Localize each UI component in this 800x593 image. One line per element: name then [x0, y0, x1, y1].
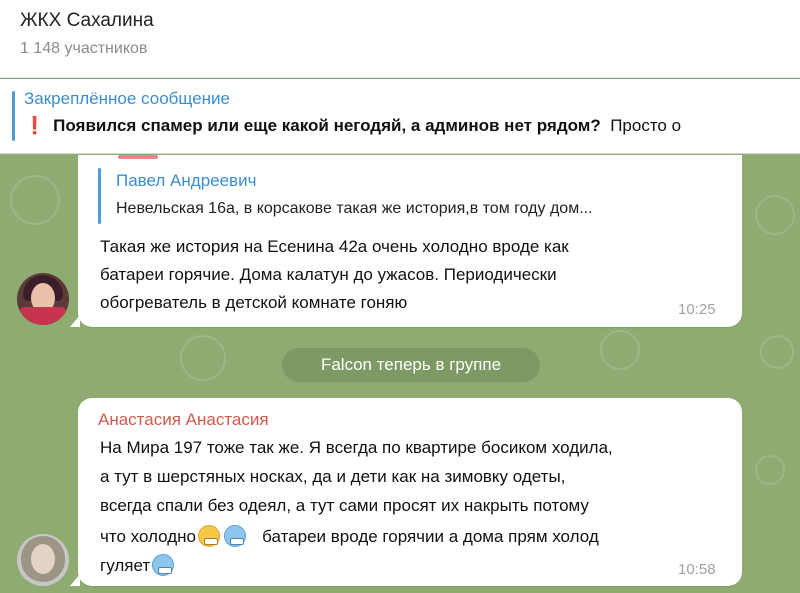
message-text-line: а тут в шерстяных носках, да и дети как …: [100, 467, 566, 486]
message-author[interactable]: Анастасия Анастасия: [98, 410, 269, 430]
grimacing-face-icon: [197, 525, 220, 547]
message-text-line: всегда спали без одеял, а тут сами прося…: [100, 496, 589, 515]
member-count: 1 148 участников: [20, 40, 148, 57]
message-text-line: батареи горячие. Дома калатун до ужасов.…: [100, 265, 557, 284]
avatar[interactable]: [17, 273, 69, 325]
pinned-text-bold: Появился спамер или еще какой негодяй, а…: [53, 116, 601, 135]
previous-author-strip: [118, 155, 158, 159]
reply-text: Невельская 16а, в корсакове такая же ист…: [116, 200, 593, 217]
message-text-line-with-emoji: гуляет: [100, 554, 176, 576]
pinned-label: Закреплённое сообщение: [24, 89, 230, 108]
reply-indicator: [98, 168, 101, 224]
cold-face-icon: [223, 525, 246, 547]
pinned-message-bar[interactable]: Закреплённое сообщение ❗ Появился спамер …: [0, 79, 800, 154]
message-text-line: На Мира 197 тоже так же. Я всегда по ква…: [100, 438, 613, 457]
exclamation-icon: ❗: [24, 116, 46, 135]
chat-title[interactable]: ЖКХ Сахалина: [20, 10, 154, 32]
message-time: 10:25: [678, 301, 716, 318]
pinned-text-rest: Просто о: [610, 116, 682, 135]
reply-author: Павел Андреевич: [116, 171, 257, 190]
message-text-fragment: гуляет: [100, 556, 151, 575]
reply-quote[interactable]: Павел Андреевич Невельская 16а, в корсак…: [98, 168, 730, 224]
message-text-line-with-emoji: что холодно батареи вроде горячии а дома…: [100, 525, 599, 547]
message-time: 10:58: [678, 561, 716, 578]
avatar[interactable]: [17, 534, 69, 586]
message-text-line: Такая же история на Есенина 42а очень хо…: [100, 237, 569, 256]
message-text-line: обогреватель в детской комнате гоняю: [100, 293, 408, 312]
pinned-text[interactable]: ❗ Появился спамер или еще какой негодяй, …: [24, 116, 681, 136]
pinned-indicator: [12, 91, 15, 141]
message-text-fragment: что холодно: [100, 527, 196, 546]
cold-face-icon: [152, 554, 175, 576]
chat-header[interactable]: ЖКХ Сахалина 1 148 участников: [0, 0, 800, 78]
message-text-fragment: батареи вроде горячии а дома прям холод: [262, 527, 599, 546]
service-message: Falcon теперь в группе: [282, 348, 540, 382]
